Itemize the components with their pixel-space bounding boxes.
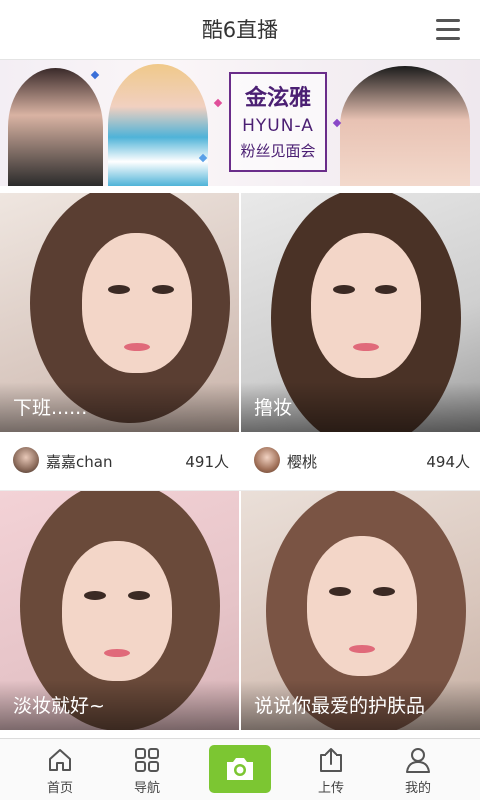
banner-subtitle: HYUN-A xyxy=(242,116,314,136)
tab-home[interactable]: 首页 xyxy=(20,739,100,800)
camera-icon xyxy=(227,758,253,780)
stream-thumbnail: 淡妆就好~ xyxy=(0,491,239,730)
streamer-name: 樱桃 xyxy=(287,453,318,471)
stream-card[interactable]: 下班...... 嘉嘉chan 491人 xyxy=(0,193,239,490)
user-icon xyxy=(406,748,430,773)
tab-nav[interactable]: 导航 xyxy=(107,739,187,800)
app-header: 酷6直播 xyxy=(0,0,480,60)
upload-icon xyxy=(320,748,342,772)
streamer-name: 嘉嘉chan xyxy=(46,453,113,471)
banner-person-image xyxy=(108,64,208,186)
stream-thumbnail: 下班...... xyxy=(0,193,239,432)
stream-card[interactable]: 说说你最爱的护肤品 xyxy=(241,491,480,730)
menu-icon[interactable] xyxy=(436,19,460,41)
stream-caption: 下班...... xyxy=(13,397,88,419)
stream-caption: 撸妆 xyxy=(254,397,293,419)
banner-title-box: 金泫雅 HYUN-A 粉丝见面会 xyxy=(229,72,327,172)
tab-mine-label: 我的 xyxy=(404,781,431,796)
tab-home-label: 首页 xyxy=(46,781,73,796)
tab-mine[interactable]: 我的 xyxy=(378,739,458,800)
tab-upload-label: 上传 xyxy=(317,781,344,796)
promo-banner[interactable]: 金泫雅 HYUN-A 粉丝见面会 xyxy=(0,60,480,186)
viewer-count: 491人 xyxy=(185,453,229,471)
avatar xyxy=(13,447,39,473)
stream-info: 樱桃 494人 xyxy=(241,432,480,490)
home-icon xyxy=(49,749,71,771)
avatar xyxy=(254,447,280,473)
decor-dot xyxy=(213,98,223,108)
tab-upload[interactable]: 上传 xyxy=(291,739,371,800)
grid-icon xyxy=(135,748,159,772)
viewer-count: 494人 xyxy=(426,453,470,471)
stream-info: 嘉嘉chan 491人 xyxy=(0,432,239,490)
stream-caption: 说说你最爱的护肤品 xyxy=(254,695,426,717)
decor-dot xyxy=(90,70,100,80)
banner-event: 粉丝见面会 xyxy=(240,142,316,160)
page-title: 酷6直播 xyxy=(201,18,279,42)
banner-person-image xyxy=(340,66,470,186)
banner-title: 金泫雅 xyxy=(244,86,311,111)
stream-thumbnail: 撸妆 xyxy=(241,193,480,432)
stream-caption: 淡妆就好~ xyxy=(13,695,105,717)
camera-button[interactable] xyxy=(209,745,271,793)
tab-nav-label: 导航 xyxy=(133,781,160,796)
banner-person-image xyxy=(8,68,103,186)
bottom-tab-bar: 首页 导航 上传 我的 xyxy=(0,738,480,800)
stream-card[interactable]: 撸妆 樱桃 494人 xyxy=(241,193,480,490)
stream-card[interactable]: 淡妆就好~ xyxy=(0,491,239,730)
stream-thumbnail: 说说你最爱的护肤品 xyxy=(241,491,480,730)
